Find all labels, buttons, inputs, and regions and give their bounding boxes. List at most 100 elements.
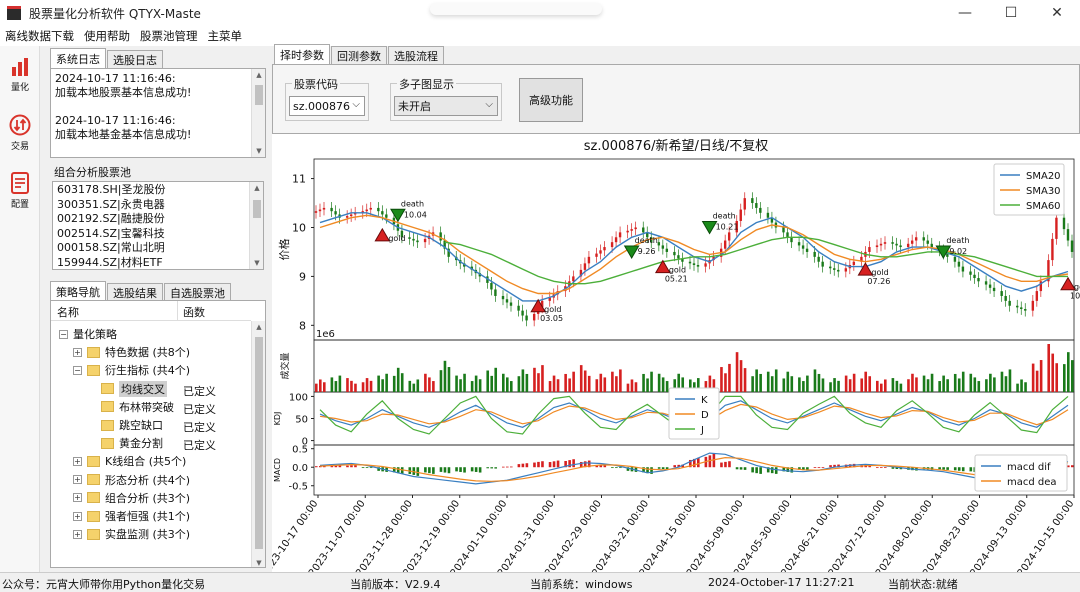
- menu-help[interactable]: 使用帮助: [79, 28, 135, 44]
- candle-body: [661, 245, 665, 249]
- volume-bar: [354, 383, 357, 392]
- minimize-button[interactable]: —: [942, 0, 988, 26]
- tab-strategy-nav[interactable]: 策略导航: [50, 281, 106, 301]
- volume-bar: [478, 379, 482, 392]
- list-item[interactable]: 000158.SZ|常山北明: [53, 241, 263, 256]
- volume-bar: [751, 376, 754, 392]
- tab-select-log[interactable]: 选股日志: [107, 50, 163, 68]
- macd-bar: [470, 467, 474, 472]
- collapse-icon[interactable]: −: [59, 329, 68, 339]
- nav-trade[interactable]: 交易: [0, 104, 40, 162]
- list-item[interactable]: 300351.SZ|永贵电器: [53, 198, 263, 213]
- stock-code-combo[interactable]: sz.000876 ⌵: [289, 96, 365, 116]
- status-state: 当前状态:就绪: [888, 578, 958, 591]
- expand-icon[interactable]: +: [73, 347, 82, 357]
- tab-select-flow[interactable]: 选股流程: [388, 46, 444, 64]
- expand-icon[interactable]: +: [73, 475, 82, 485]
- tree-row[interactable]: + 形态分析 (共4个): [51, 471, 190, 489]
- expand-icon[interactable]: +: [73, 493, 82, 503]
- nav-quant[interactable]: 量化: [0, 46, 40, 104]
- volume-bar: [1071, 360, 1074, 392]
- menu-pool-manage[interactable]: 股票池管理: [135, 28, 203, 44]
- tree-row[interactable]: + 组合分析 (共3个): [51, 489, 190, 507]
- stock-code-value: sz.000876: [293, 99, 350, 113]
- macd-bar: [657, 467, 661, 469]
- macd-bar: [942, 467, 945, 470]
- tab-timing-params[interactable]: 择时参数: [274, 44, 330, 64]
- list-item[interactable]: 002192.SZ|融捷股份: [53, 212, 263, 227]
- candle-body: [665, 248, 669, 252]
- expand-icon[interactable]: +: [73, 456, 82, 466]
- tab-system-log[interactable]: 系统日志: [50, 48, 106, 68]
- volume-bar: [864, 371, 868, 392]
- list-item[interactable]: 159944.SZ|材料ETF: [53, 256, 263, 271]
- macd-bar: [751, 467, 754, 473]
- volume-bar: [315, 383, 318, 392]
- multi-subplot-combo[interactable]: 未开启 ⌵: [394, 96, 498, 116]
- volume-bar: [459, 379, 462, 392]
- macd-bar: [946, 467, 949, 470]
- list-item[interactable]: 603178.SH|圣龙股份: [53, 183, 263, 198]
- volume-bar: [1039, 360, 1043, 392]
- candle-body: [879, 243, 883, 246]
- tree-row[interactable]: + 强者恒强 (共1个): [51, 507, 190, 525]
- volume-bar: [365, 378, 369, 392]
- folder-icon: [101, 401, 114, 413]
- volume-bar: [813, 369, 817, 392]
- tree-row[interactable]: − 量化策略: [51, 325, 117, 343]
- volume-bar: [907, 379, 910, 392]
- volume-bar: [743, 368, 747, 392]
- kdj-legend-label: K: [701, 395, 708, 406]
- volume-bar: [739, 360, 743, 392]
- volume-bar: [926, 379, 930, 392]
- tree-scrollbar[interactable]: ▲ ▼: [251, 321, 265, 567]
- macd-bar: [728, 461, 731, 468]
- tree-row[interactable]: 黄金分割: [51, 434, 163, 452]
- tree-row[interactable]: + 特色数据 (共8个): [51, 343, 190, 361]
- volume-bar: [1067, 352, 1070, 392]
- menu-offline-download[interactable]: 离线数据下载: [0, 28, 79, 44]
- tree-row-func: 已定义: [183, 384, 216, 398]
- expand-icon[interactable]: +: [73, 511, 82, 521]
- title-search-box[interactable]: [430, 3, 602, 15]
- macd-bar: [506, 466, 509, 468]
- tree-row[interactable]: + K线组合 (共5个): [51, 452, 186, 470]
- volume-bar: [490, 375, 494, 392]
- maximize-button[interactable]: ☐: [988, 0, 1034, 26]
- close-button[interactable]: ✕: [1034, 0, 1080, 26]
- tree-col-func: 函数: [183, 306, 205, 319]
- folder-icon: [87, 455, 100, 467]
- menu-main[interactable]: 主菜单: [203, 28, 248, 44]
- collapse-icon[interactable]: −: [73, 365, 82, 375]
- macd-bar: [774, 467, 778, 474]
- log-scrollbar[interactable]: ▲ ▼: [251, 69, 265, 157]
- volume-bar: [1008, 369, 1012, 392]
- candle-body: [1000, 291, 1003, 296]
- tab-select-result[interactable]: 选股结果: [107, 283, 163, 301]
- volume-bar: [1047, 344, 1051, 392]
- tree-row[interactable]: 布林带突破: [51, 398, 174, 416]
- expand-icon[interactable]: +: [73, 529, 82, 539]
- nav-config[interactable]: 配置: [0, 162, 40, 220]
- tab-backtest-params[interactable]: 回测参数: [331, 46, 387, 64]
- volume-bar: [985, 379, 988, 392]
- tab-watchlist[interactable]: 自选股票池: [164, 283, 231, 301]
- list-item[interactable]: 002514.SZ|宝馨科技: [53, 227, 263, 242]
- advanced-button[interactable]: 高级功能: [519, 78, 583, 122]
- tree-row-label: 均线交叉: [119, 380, 167, 397]
- macd-bar: [361, 467, 365, 469]
- pool-scrollbar[interactable]: ▲ ▼: [249, 182, 263, 269]
- folder-icon: [87, 364, 100, 376]
- tree-row[interactable]: + 实盘监测 (共3个): [51, 525, 190, 543]
- tree-row[interactable]: 均线交叉: [51, 380, 167, 398]
- volume-bar: [1016, 383, 1019, 392]
- price-legend-label: SMA30: [1026, 186, 1061, 197]
- macd-bar: [369, 467, 373, 469]
- candle-body: [891, 242, 894, 244]
- tree-row[interactable]: 跳空缺口: [51, 416, 163, 434]
- tree-row[interactable]: − 衍生指标 (共4个): [51, 361, 190, 379]
- macd-bar: [1071, 465, 1074, 468]
- volume-bar: [766, 371, 770, 392]
- volume-bar: [848, 379, 852, 392]
- macd-ytick-label: 0.0: [292, 463, 308, 474]
